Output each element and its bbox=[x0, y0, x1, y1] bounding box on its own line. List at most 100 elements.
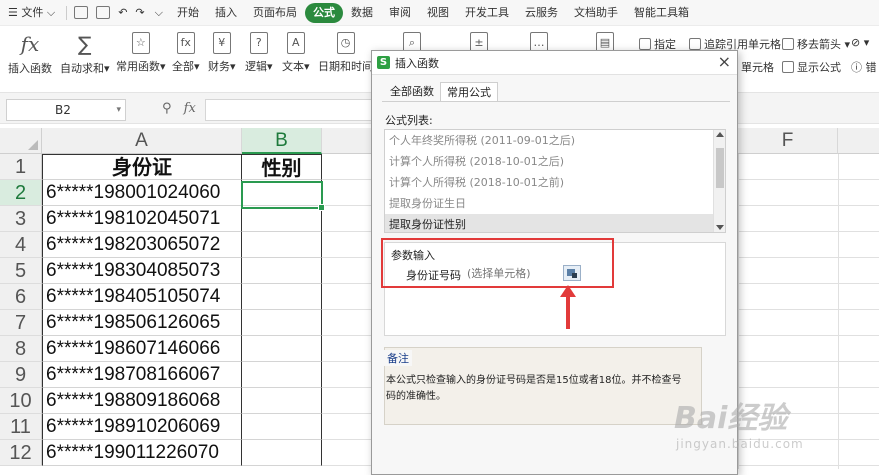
cell-gender[interactable] bbox=[242, 310, 322, 336]
formula-input[interactable] bbox=[205, 99, 375, 121]
cell-id-number[interactable]: 6*****198405105074 bbox=[42, 284, 242, 310]
logic-button[interactable]: ? 逻辑▾ bbox=[245, 32, 273, 74]
row-header[interactable]: 1 bbox=[0, 154, 42, 180]
list-item[interactable]: 计算个人所得税 (2018-10-01之前) bbox=[385, 172, 725, 193]
list-item-selected[interactable]: 提取身份证性别 bbox=[385, 214, 725, 232]
cell-gender[interactable] bbox=[242, 440, 322, 466]
row-header[interactable]: 2 bbox=[0, 180, 42, 206]
redo-icon[interactable]: ↷ bbox=[131, 3, 148, 23]
tab-cloud[interactable]: 云服务 bbox=[517, 3, 566, 23]
tab-page-layout[interactable]: 页面布局 bbox=[245, 3, 305, 23]
insert-function-button[interactable]: fx 插入函数 bbox=[8, 32, 52, 76]
tab-doc-assistant[interactable]: 文档助手 bbox=[566, 3, 626, 23]
cell-header-id[interactable]: 身份证 bbox=[42, 154, 242, 180]
watermark-brand: Bai经验 bbox=[674, 401, 788, 436]
row-header[interactable]: 8 bbox=[0, 336, 42, 362]
scroll-thumb[interactable] bbox=[716, 148, 724, 188]
cell-gender[interactable] bbox=[242, 284, 322, 310]
error-check-dropdown[interactable]: ⊘ ▾ bbox=[851, 36, 869, 49]
row-header[interactable]: 9 bbox=[0, 362, 42, 388]
tab-home[interactable]: 开始 bbox=[169, 3, 207, 23]
menu-separator bbox=[66, 5, 68, 20]
formula-list[interactable]: 个人年终奖所得税 (2011-09-01之后) 计算个人所得税 (2018-10… bbox=[384, 129, 726, 233]
dialog-title-bar: S 插入函数 × bbox=[372, 51, 737, 75]
cell-gender[interactable] bbox=[242, 258, 322, 284]
tab-smart-toolbox[interactable]: 智能工具箱 bbox=[626, 3, 697, 23]
row-header[interactable]: 10 bbox=[0, 388, 42, 414]
error-check-button[interactable]: ⓘ 错 bbox=[851, 59, 877, 75]
column-header-b[interactable]: B bbox=[242, 128, 322, 154]
cell-header-gender[interactable]: 性别 bbox=[242, 154, 322, 180]
column-header-a[interactable]: A bbox=[42, 128, 242, 154]
cell-gender[interactable] bbox=[242, 206, 322, 232]
text-button[interactable]: A 文本▾ bbox=[282, 32, 310, 74]
list-item[interactable]: 个人年终奖所得税 (2011-09-01之后) bbox=[385, 130, 725, 151]
zoom-icon[interactable]: ⚲ bbox=[162, 101, 172, 116]
formula-list-scrollbar[interactable] bbox=[713, 130, 725, 232]
list-item[interactable]: 计算个人所得税 (2018-10-01之后) bbox=[385, 151, 725, 172]
row-header[interactable]: 7 bbox=[0, 310, 42, 336]
list-item[interactable]: 提取身份证生日 bbox=[385, 193, 725, 214]
red-arrow-icon bbox=[560, 285, 576, 329]
cell-gender[interactable] bbox=[242, 336, 322, 362]
datetime-button[interactable]: ◷ 日期和时间 bbox=[318, 32, 373, 74]
autosum-button[interactable]: ∑ 自动求和▾ bbox=[60, 32, 110, 76]
select-all-corner[interactable] bbox=[0, 128, 42, 154]
remove-arrows-button[interactable]: 移去箭头 ▾ bbox=[782, 36, 850, 52]
cell-gender[interactable] bbox=[242, 362, 322, 388]
tab-view[interactable]: 视图 bbox=[419, 3, 457, 23]
name-box[interactable]: B2 ▾ bbox=[6, 99, 126, 121]
cell-id-number[interactable]: 6*****198708166067 bbox=[42, 362, 242, 388]
undo-icon[interactable]: ↶ bbox=[114, 3, 131, 23]
tab-divider bbox=[382, 101, 730, 102]
cell-id-number[interactable]: 6*****198203065072 bbox=[42, 232, 242, 258]
chevron-down-icon[interactable]: ▾ bbox=[116, 100, 121, 120]
row-header[interactable]: 4 bbox=[0, 232, 42, 258]
specify-icon bbox=[639, 38, 651, 50]
dialog-title: 插入函数 bbox=[395, 57, 439, 70]
tab-all-functions[interactable]: 全部函数 bbox=[384, 82, 440, 102]
cell-gender[interactable] bbox=[242, 388, 322, 414]
row-header[interactable]: 3 bbox=[0, 206, 42, 232]
tab-review[interactable]: 审阅 bbox=[381, 3, 419, 23]
row-header[interactable]: 6 bbox=[0, 284, 42, 310]
show-formulas-button[interactable]: 显示公式 bbox=[782, 59, 841, 75]
row-header[interactable]: 5 bbox=[0, 258, 42, 284]
scroll-down-icon[interactable] bbox=[716, 225, 724, 230]
tab-insert[interactable]: 插入 bbox=[207, 3, 245, 23]
tab-formulas[interactable]: 公式 bbox=[304, 2, 343, 23]
cell-id-number[interactable]: 6*****198910206069 bbox=[42, 414, 242, 440]
cell-id-number[interactable]: 6*****198506126065 bbox=[42, 310, 242, 336]
file-menu[interactable]: ☰ 文件 ⌵ bbox=[0, 3, 63, 23]
cell-id-number[interactable]: 6*****198304085073 bbox=[42, 258, 242, 284]
cell-gender[interactable] bbox=[242, 414, 322, 440]
fx-icon: fx bbox=[20, 32, 40, 56]
scroll-up-icon[interactable] bbox=[716, 132, 724, 137]
highlight-box bbox=[381, 238, 614, 288]
show-formulas-label: 显示公式 bbox=[797, 61, 841, 74]
column-header-g[interactable] bbox=[838, 128, 879, 154]
all-functions-button[interactable]: fx 全部▾ bbox=[172, 32, 200, 74]
row-header[interactable]: 11 bbox=[0, 414, 42, 440]
tab-developer[interactable]: 开发工具 bbox=[457, 3, 517, 23]
fx-icon[interactable]: fx bbox=[184, 101, 196, 116]
cell-id-number[interactable]: 6*****198001024060 bbox=[42, 180, 242, 206]
save-icon[interactable] bbox=[74, 6, 89, 19]
cell-id-number[interactable]: 6*****198102045071 bbox=[42, 206, 242, 232]
column-header-f[interactable]: F bbox=[738, 128, 838, 154]
tab-common-formulas[interactable]: 常用公式 bbox=[440, 82, 498, 102]
cell-id-number[interactable]: 6*****198809186068 bbox=[42, 388, 242, 414]
quick-access-dropdown-icon[interactable]: ⌵ bbox=[149, 3, 169, 23]
cell-gender[interactable] bbox=[242, 232, 322, 258]
cell-id-number[interactable]: 6*****199011226070 bbox=[42, 440, 242, 466]
common-functions-label: 常用函数 bbox=[116, 60, 160, 73]
tab-data[interactable]: 数据 bbox=[343, 3, 381, 23]
trace-precedents-button[interactable]: 單元格 bbox=[741, 59, 774, 75]
print-icon[interactable] bbox=[96, 6, 111, 19]
common-functions-button[interactable]: ☆ 常用函数▾ bbox=[116, 32, 166, 74]
column-header-c[interactable] bbox=[322, 128, 372, 154]
cell-id-number[interactable]: 6*****198607146066 bbox=[42, 336, 242, 362]
close-icon[interactable]: × bbox=[718, 53, 731, 71]
row-header[interactable]: 12 bbox=[0, 440, 42, 466]
finance-button[interactable]: ¥ 财务▾ bbox=[208, 32, 236, 74]
